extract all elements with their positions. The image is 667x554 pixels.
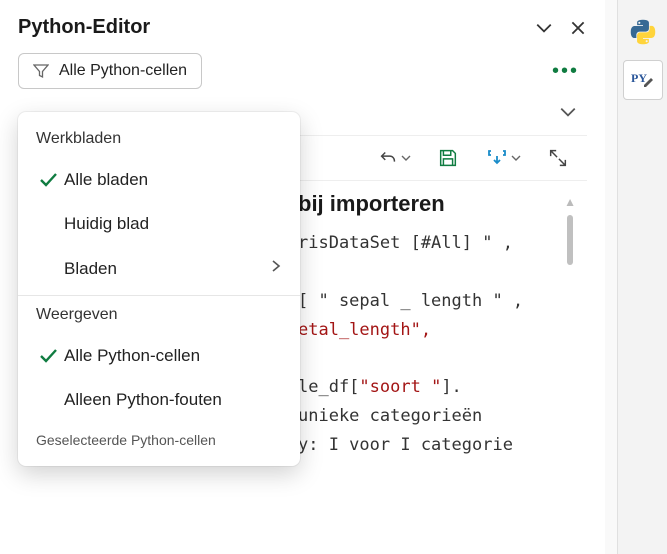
scrollbar-thumb[interactable] — [567, 215, 573, 265]
filter-row: Alle Python-cellen ••• — [18, 53, 587, 89]
code-line: [ " sepal _ length " , — [298, 287, 587, 316]
filter-button[interactable]: Alle Python-cellen — [18, 53, 202, 89]
collapse-chevron-icon[interactable] — [535, 19, 553, 37]
right-sidebar: PY — [617, 0, 667, 554]
funnel-icon — [33, 63, 49, 79]
undo-icon — [377, 147, 399, 169]
chevron-down-icon[interactable] — [559, 103, 577, 121]
save-icon — [437, 147, 459, 169]
filter-label: Alle Python-cellen — [59, 62, 187, 80]
filter-dropdown: Werkbladen Alle bladen Huidig blad Blade… — [18, 112, 300, 466]
dropdown-item-python-errors[interactable]: Alleen Python-fouten — [18, 378, 300, 422]
dropdown-item-sheets[interactable]: Bladen — [18, 246, 300, 291]
python-logo-button[interactable] — [623, 12, 663, 52]
code-line: unieke categorieën — [298, 402, 587, 431]
code-line: y: I voor I categorie — [298, 431, 587, 460]
expand-icon — [547, 147, 569, 169]
dropdown-footer: Geselecteerde Python-cellen — [18, 422, 300, 456]
check-icon — [32, 170, 64, 190]
chevron-down-icon — [401, 153, 411, 163]
py-edit-icon: PY — [630, 69, 656, 91]
dropdown-item-current-sheet[interactable]: Huidig blad — [18, 202, 300, 246]
insert-output-button[interactable] — [485, 146, 521, 170]
save-button[interactable] — [437, 147, 459, 169]
svg-text:PY: PY — [631, 71, 647, 85]
dropdown-item-all-python-cells[interactable]: Alle Python-cellen — [18, 334, 300, 378]
python-editor-panel: Python-Editor Alle Python-cellen ••• — [0, 0, 605, 554]
panel-header-actions — [535, 19, 587, 37]
dropdown-section-header: Weergeven — [18, 300, 300, 334]
expand-button[interactable] — [547, 147, 569, 169]
code-line — [298, 258, 587, 287]
dropdown-item-all-sheets[interactable]: Alle bladen — [18, 158, 300, 202]
py-edit-button[interactable]: PY — [623, 60, 663, 100]
close-icon[interactable] — [569, 19, 587, 37]
chevron-down-icon — [511, 153, 521, 163]
undo-button[interactable] — [377, 147, 411, 169]
code-line: etal_length", — [298, 316, 587, 345]
python-icon — [629, 18, 657, 46]
dropdown-section-header: Werkbladen — [18, 124, 300, 158]
scroll-up-arrow[interactable]: ▲ — [564, 195, 576, 209]
panel-title: Python-Editor — [18, 16, 150, 39]
dropdown-divider — [18, 295, 300, 296]
brackets-down-icon — [485, 146, 509, 170]
code-line: risDataSet [#All] " , — [298, 229, 587, 258]
panel-header: Python-Editor — [18, 16, 587, 39]
chevron-right-icon — [270, 258, 282, 279]
code-line — [298, 345, 587, 374]
more-options-button[interactable]: ••• — [544, 56, 587, 87]
code-line: le_df["soort "]. — [298, 373, 587, 402]
check-icon — [32, 346, 64, 366]
